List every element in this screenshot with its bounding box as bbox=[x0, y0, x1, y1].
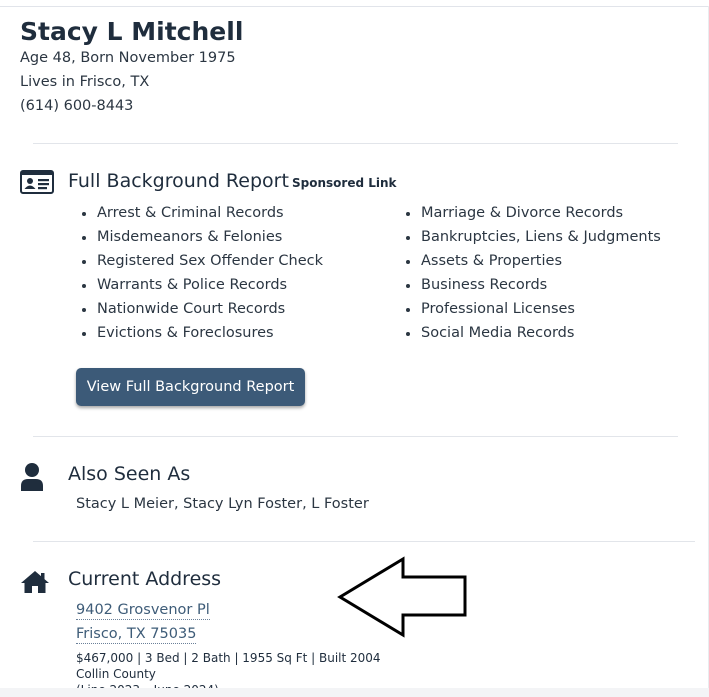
id-card-icon bbox=[20, 170, 54, 194]
list-item: Bankruptcies, Liens & Judgments bbox=[420, 225, 661, 249]
county-name: Collin County bbox=[76, 667, 156, 681]
home-icon bbox=[21, 571, 49, 593]
section-divider bbox=[33, 436, 678, 437]
alias-names: Stacy L Meier, Stacy Lyn Foster, L Foste… bbox=[76, 496, 369, 512]
list-item: Professional Licenses bbox=[420, 297, 661, 321]
list-item: Business Records bbox=[420, 273, 661, 297]
also-seen-as-title: Also Seen As bbox=[68, 463, 191, 485]
location-line: Lives in Frisco, TX bbox=[20, 74, 150, 90]
age-line: Age 48, Born November 1975 bbox=[20, 50, 236, 66]
list-item: Assets & Properties bbox=[420, 249, 661, 273]
report-features-left: Arrest & Criminal Records Misdemeanors &… bbox=[76, 201, 323, 345]
list-item: Warrants & Police Records bbox=[96, 273, 323, 297]
page-bottom-band bbox=[0, 688, 709, 697]
property-details: $467,000 | 3 Bed | 2 Bath | 1955 Sq Ft |… bbox=[76, 651, 381, 665]
report-features-right: Marriage & Divorce Records Bankruptcies,… bbox=[400, 201, 661, 345]
list-item: Nationwide Court Records bbox=[96, 297, 323, 321]
phone-number: (614) 600-8443 bbox=[20, 98, 134, 114]
section-divider bbox=[33, 541, 695, 542]
user-icon bbox=[21, 463, 43, 491]
list-item: Social Media Records bbox=[420, 321, 661, 345]
address-city-link[interactable]: Frisco, TX 75035 bbox=[76, 625, 197, 644]
sponsored-label: Sponsored Link bbox=[292, 176, 397, 190]
background-report-title: Full Background Report bbox=[68, 170, 289, 192]
section-divider bbox=[33, 143, 678, 144]
address-street-link[interactable]: 9402 Grosvenor Pl bbox=[76, 601, 210, 620]
list-item: Registered Sex Offender Check bbox=[96, 249, 323, 273]
list-item: Marriage & Divorce Records bbox=[420, 201, 661, 225]
current-address-title: Current Address bbox=[68, 568, 222, 590]
list-item: Arrest & Criminal Records bbox=[96, 201, 323, 225]
list-item: Misdemeanors & Felonies bbox=[96, 225, 323, 249]
top-border bbox=[0, 6, 709, 7]
person-name: Stacy L Mitchell bbox=[20, 17, 244, 46]
list-item: Evictions & Foreclosures bbox=[96, 321, 323, 345]
view-full-report-button[interactable]: View Full Background Report bbox=[76, 368, 305, 406]
left-arrow-icon bbox=[337, 556, 467, 638]
